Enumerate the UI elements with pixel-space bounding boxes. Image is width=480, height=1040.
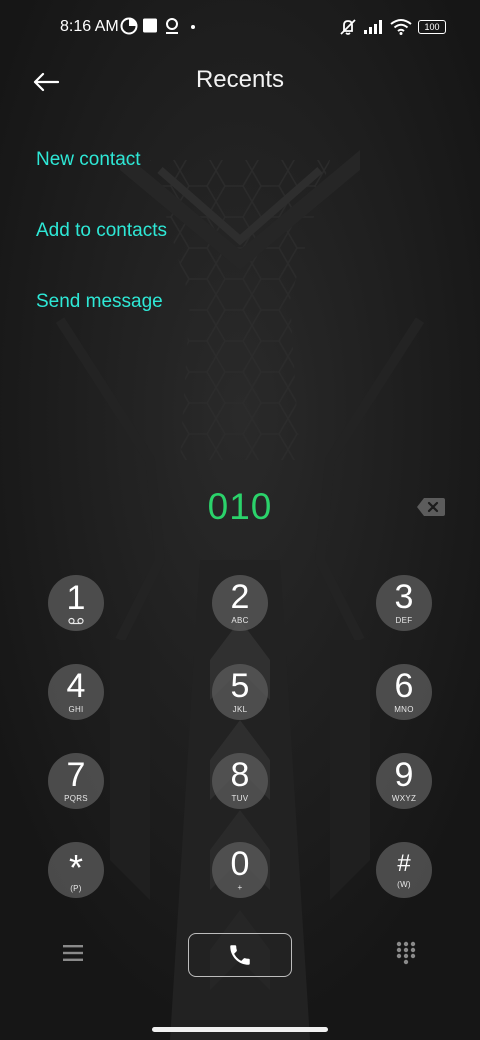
key-letters: (P) xyxy=(70,884,82,893)
key-digit: 4 xyxy=(66,667,86,705)
key-digit: 5 xyxy=(230,667,250,705)
key-9[interactable]: 9 WXYZ xyxy=(376,753,432,809)
key-digit: 6 xyxy=(394,667,414,705)
status-bar: 8:16 AM 100 xyxy=(0,0,480,56)
key-digit: 2 xyxy=(230,578,250,616)
backspace-button[interactable] xyxy=(416,496,446,518)
key-digit: # xyxy=(397,850,411,877)
key-1[interactable]: 1 xyxy=(48,575,104,631)
key-letters: GHI xyxy=(68,705,84,714)
key-5[interactable]: 5 JKL xyxy=(212,664,268,720)
key-0[interactable]: 0 + xyxy=(212,842,268,898)
key-letters: (W) xyxy=(397,880,411,889)
key-digit: 3 xyxy=(394,578,414,616)
menu-icon xyxy=(63,945,83,961)
voicemail-icon xyxy=(68,617,84,624)
wifi-icon xyxy=(390,19,412,35)
key-letters: WXYZ xyxy=(391,794,417,803)
dialpad-icon xyxy=(396,941,416,965)
send-message-link[interactable]: Send message xyxy=(36,291,163,313)
key-letters: JKL xyxy=(232,705,248,714)
data-saver-icon xyxy=(120,17,138,35)
key-4[interactable]: 4 GHI xyxy=(48,664,104,720)
key-8[interactable]: 8 TUV xyxy=(212,753,268,809)
key-7[interactable]: 7 PQRS xyxy=(48,753,104,809)
key-digit: 7 xyxy=(66,756,86,794)
backspace-icon xyxy=(417,498,445,516)
home-indicator[interactable] xyxy=(152,1027,328,1032)
key-letters: MNO xyxy=(394,705,414,714)
page-title: Recents xyxy=(195,66,285,93)
add-to-contacts-link[interactable]: Add to contacts xyxy=(36,220,167,242)
key-letters: PQRS xyxy=(64,794,88,803)
battery-level: 100 xyxy=(424,21,440,32)
new-contact-link[interactable]: New contact xyxy=(36,149,141,171)
key-digit: 1 xyxy=(66,578,86,617)
dot-icon xyxy=(191,25,195,29)
key-letters: ABC xyxy=(231,616,249,625)
key-6[interactable]: 6 MNO xyxy=(376,664,432,720)
signal-icon xyxy=(364,20,382,34)
dialed-number: 010 xyxy=(207,486,273,527)
call-button[interactable] xyxy=(188,933,292,977)
key-hash[interactable]: # (W) xyxy=(376,842,432,898)
square-notification-icon xyxy=(143,18,157,33)
status-time: 8:16 AM xyxy=(60,18,119,35)
muted-vibrate-icon xyxy=(340,19,356,35)
dialpad-button[interactable] xyxy=(391,938,421,968)
key-3[interactable]: 3 DEF xyxy=(376,575,432,631)
location-pin-icon xyxy=(166,18,178,34)
key-digit: * xyxy=(68,847,83,888)
phone-icon xyxy=(230,945,250,965)
key-digit: 8 xyxy=(230,756,250,794)
key-letters: + xyxy=(237,883,243,892)
battery-icon: 100 xyxy=(418,20,446,34)
key-letters: DEF xyxy=(395,616,413,625)
menu-button[interactable] xyxy=(58,938,88,968)
key-digit: 9 xyxy=(394,756,414,794)
key-2[interactable]: 2 ABC xyxy=(212,575,268,631)
key-letters: TUV xyxy=(231,794,249,803)
key-star[interactable]: * (P) xyxy=(48,842,104,898)
key-digit: 0 xyxy=(230,845,250,883)
